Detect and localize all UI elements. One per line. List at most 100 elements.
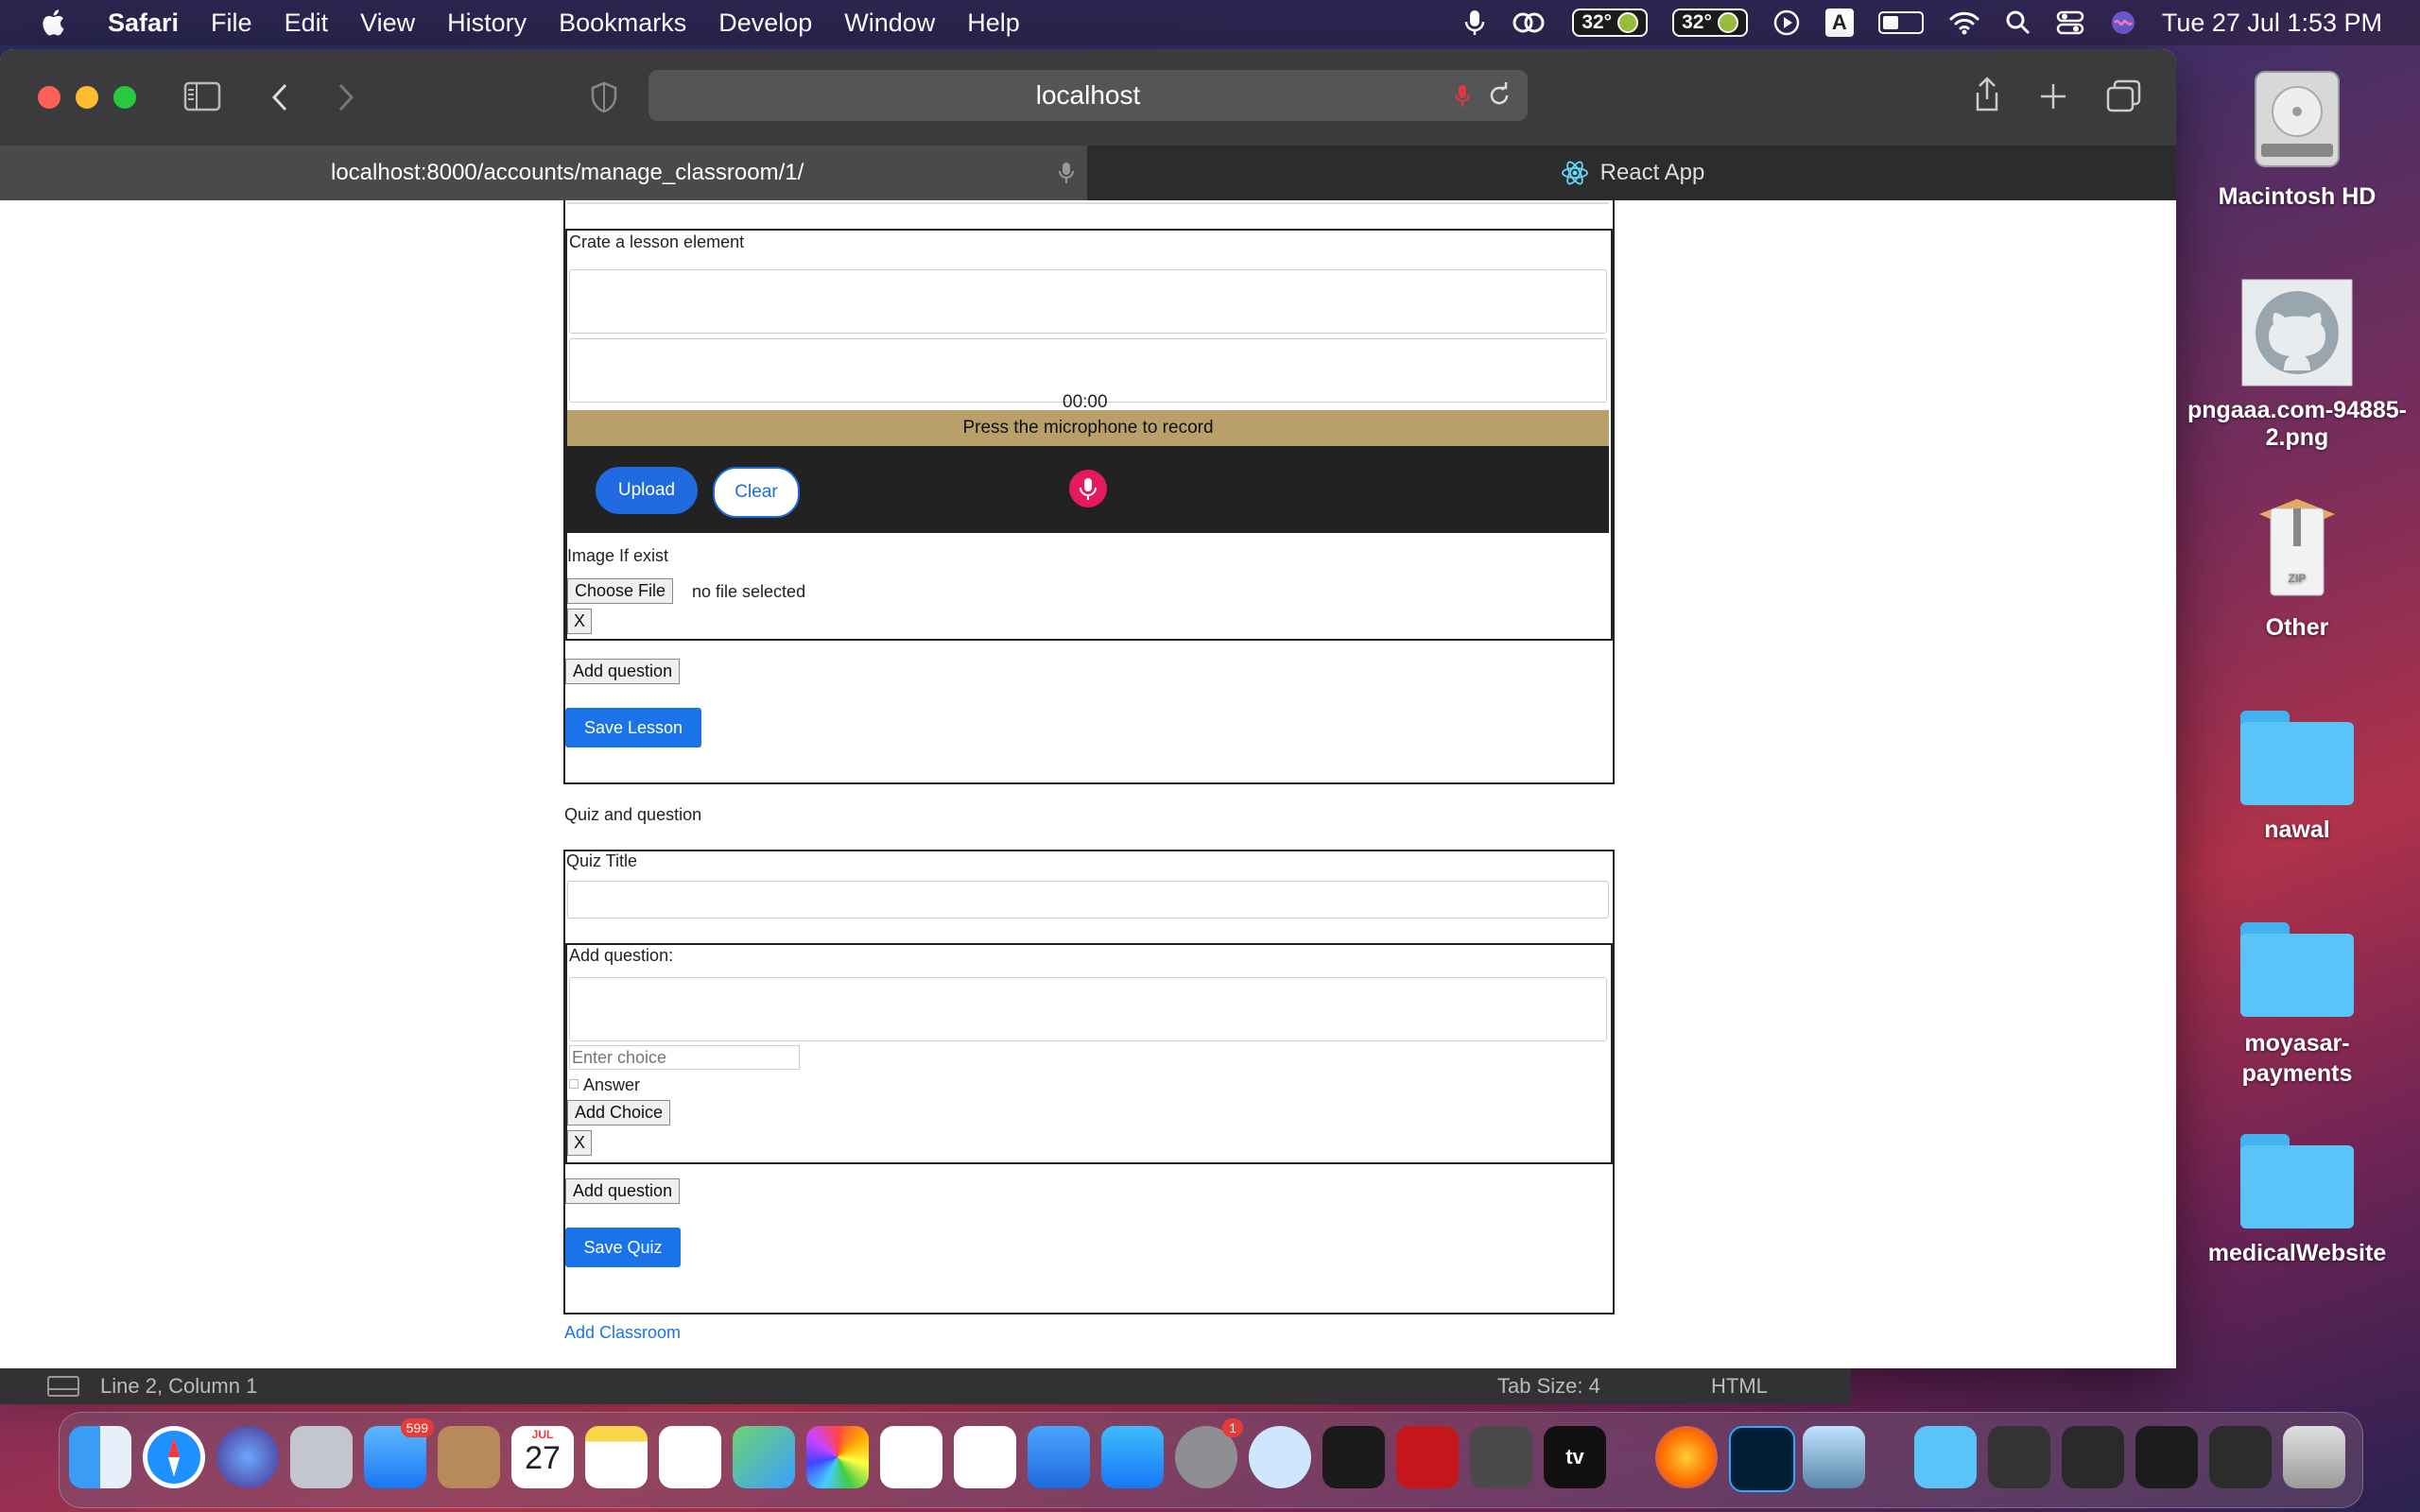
safari-icon[interactable] [143, 1426, 205, 1488]
spotlight-search-icon[interactable] [2005, 9, 2031, 36]
remove-element-button[interactable]: X [567, 609, 593, 634]
save-quiz-button[interactable]: Save Quiz [565, 1228, 681, 1267]
sidebar-toggle-icon[interactable] [183, 81, 221, 112]
temperature-widget-1[interactable]: 32° [1572, 9, 1649, 37]
menu-view[interactable]: View [360, 9, 415, 38]
maps-icon[interactable] [733, 1426, 795, 1488]
pages-icon[interactable] [880, 1426, 942, 1488]
finder-icon[interactable] [69, 1426, 131, 1488]
zoom-window-button[interactable] [113, 86, 136, 109]
quiz-title-input[interactable] [567, 881, 1609, 919]
mail-icon[interactable]: 599 [364, 1418, 434, 1488]
menu-bookmarks[interactable]: Bookmarks [559, 9, 686, 38]
preview-icon[interactable] [1803, 1426, 1865, 1488]
forward-icon[interactable] [335, 81, 357, 113]
menu-help[interactable]: Help [967, 9, 1020, 38]
clock[interactable]: Tue 27 Jul 1:53 PM [2162, 9, 2382, 38]
terminal-icon[interactable] [1322, 1426, 1385, 1488]
remove-question-button[interactable]: X [567, 1130, 593, 1156]
voice-input-icon[interactable] [1454, 83, 1471, 110]
acrobat-icon[interactable] [1396, 1426, 1459, 1488]
upload-button[interactable]: Upload [596, 467, 698, 514]
desktop-item-nawal[interactable]: nawal [2184, 711, 2411, 844]
calendar-icon[interactable]: JUL 27 [511, 1426, 574, 1488]
contacts-icon[interactable] [438, 1426, 500, 1488]
desktop-item-moyasar-payments[interactable]: moyasar-payments [2184, 922, 2411, 1089]
window-thumbnail-icon[interactable] [1988, 1426, 2050, 1488]
menu-bar: Safari File Edit View History Bookmarks … [0, 0, 2420, 45]
keynote-icon[interactable] [1028, 1426, 1090, 1488]
desktop-item-medicalwebsite[interactable]: medicalWebsite [2184, 1134, 2411, 1267]
control-center-icon[interactable] [2056, 9, 2084, 36]
window-thumbnail-icon[interactable] [2135, 1426, 2198, 1488]
apple-menu-icon[interactable] [40, 8, 70, 38]
clear-button[interactable]: Clear [713, 467, 800, 518]
question-label: Add question: [569, 946, 674, 965]
temperature-widget-2[interactable]: 32° [1672, 9, 1748, 37]
add-classroom-link[interactable]: Add Classroom [564, 1323, 681, 1343]
add-quiz-question-button[interactable]: Add question [565, 1178, 681, 1204]
web-page: Crate a lesson element 00:00 Press the m… [0, 200, 2176, 1368]
choose-file-button[interactable]: Choose File [567, 578, 674, 604]
notes-icon[interactable] [585, 1426, 648, 1488]
save-lesson-button[interactable]: Save Lesson [565, 708, 701, 747]
minimize-window-button[interactable] [76, 86, 98, 109]
cursor-position[interactable]: Line 2, Column 1 [100, 1374, 257, 1399]
menu-history[interactable]: History [447, 9, 527, 38]
desktop-item-label: medicalWebsite [2207, 1240, 2387, 1266]
window-thumbnail-icon[interactable] [2062, 1426, 2124, 1488]
downloads-folder-icon[interactable] [1914, 1426, 1977, 1488]
tab-audio-icon[interactable] [1059, 161, 1074, 185]
window-thumbnail-icon[interactable] [2209, 1426, 2272, 1488]
sublime-text-icon[interactable] [1470, 1426, 1532, 1488]
menu-edit[interactable]: Edit [285, 9, 329, 38]
app-store-icon[interactable] [1101, 1426, 1164, 1488]
share-icon[interactable] [1972, 76, 2002, 113]
microphone-icon[interactable] [1464, 9, 1485, 37]
tab-react-app[interactable]: React App [1089, 146, 2176, 200]
syntax-mode[interactable]: HTML [1711, 1374, 1768, 1399]
menu-app-name[interactable]: Safari [108, 9, 179, 38]
answer-checkbox[interactable] [569, 1079, 579, 1089]
menu-file[interactable]: File [211, 9, 252, 38]
desktop-item-png[interactable]: pngaaa.com-94885-2.png [2184, 278, 2411, 452]
input-source-icon[interactable]: A [1824, 9, 1854, 37]
add-question-button[interactable]: Add question [565, 659, 681, 684]
new-tab-icon[interactable] [2038, 81, 2068, 112]
back-icon[interactable] [268, 81, 291, 113]
wifi-icon[interactable] [1948, 9, 1980, 36]
battery-icon[interactable] [1877, 11, 1924, 34]
menu-develop[interactable]: Develop [718, 9, 812, 38]
firefox-icon[interactable] [1655, 1426, 1718, 1488]
trash-icon[interactable] [2283, 1426, 2345, 1488]
menu-window[interactable]: Window [844, 9, 935, 38]
add-choice-button[interactable]: Add Choice [567, 1100, 671, 1125]
question-input[interactable] [569, 977, 1607, 1041]
tab-size[interactable]: Tab Size: 4 [1497, 1374, 1600, 1399]
close-window-button[interactable] [38, 86, 60, 109]
photos-icon[interactable] [806, 1426, 869, 1488]
lesson-text-input[interactable] [569, 269, 1607, 334]
siri-icon[interactable] [2109, 9, 2137, 37]
reload-icon[interactable] [1486, 82, 1512, 109]
tab-overview-icon[interactable] [2106, 79, 2142, 113]
desktop-item-macintosh-hd[interactable]: Macintosh HD [2184, 62, 2411, 211]
siri-app-icon[interactable] [216, 1426, 279, 1488]
apple-tv-icon[interactable]: tv [1544, 1426, 1606, 1488]
address-bar[interactable]: localhost [648, 70, 1528, 121]
choice-input[interactable] [569, 1045, 800, 1070]
photoshop-icon[interactable] [1729, 1426, 1795, 1492]
reminders-icon[interactable] [659, 1426, 721, 1488]
tab-localhost[interactable]: localhost:8000/accounts/manage_classroom… [0, 146, 1087, 200]
image-label: Image If exist [567, 546, 669, 565]
desktop-item-other[interactable]: ZIP Other [2184, 495, 2411, 642]
blocked-app-icon[interactable] [1249, 1426, 1311, 1488]
play-icon[interactable] [1772, 9, 1801, 37]
record-microphone-icon[interactable] [1068, 469, 1108, 508]
system-preferences-icon[interactable]: 1 [1175, 1418, 1243, 1488]
numbers-icon[interactable] [954, 1426, 1016, 1488]
privacy-shield-icon[interactable] [590, 81, 618, 113]
launchpad-icon[interactable] [290, 1426, 353, 1488]
creative-cloud-icon[interactable] [1510, 9, 1547, 37]
panel-toggle-icon[interactable] [47, 1376, 79, 1397]
